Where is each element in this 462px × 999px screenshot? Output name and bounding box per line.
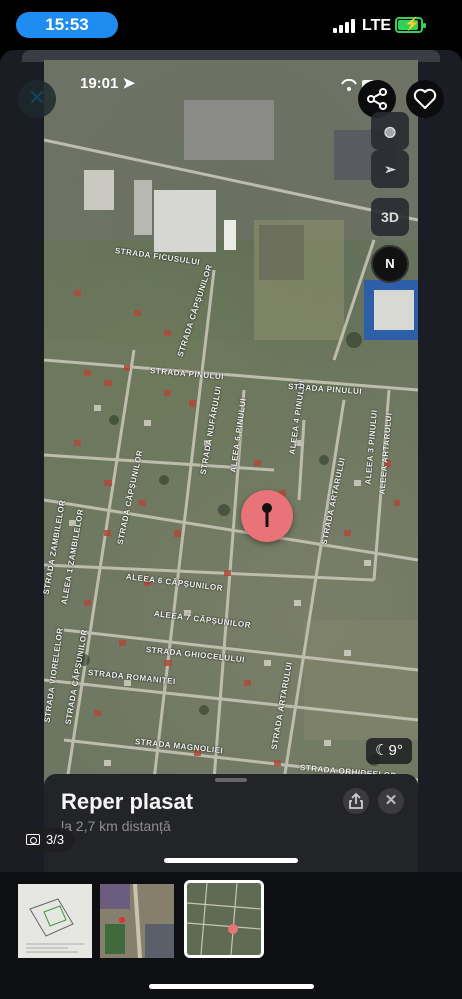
inner-time-text: 19:01 (80, 75, 119, 92)
location-arrow-icon: ➢ (384, 161, 396, 177)
close-button[interactable]: ✕ (18, 80, 56, 118)
thumbnail-3-selected[interactable] (184, 880, 264, 958)
dropped-pin[interactable] (241, 490, 293, 542)
carrier-label: LTE (362, 17, 392, 34)
temperature: 9° (388, 742, 403, 759)
thumbnail-1[interactable] (18, 884, 92, 958)
share-icon (349, 792, 363, 809)
battery-icon: ⚡ (395, 16, 426, 33)
sheet-grabber[interactable] (215, 778, 247, 782)
view-3d-button[interactable]: 3D (371, 198, 409, 236)
moon-icon: ☾ (375, 742, 389, 759)
map-type-button[interactable]: ◍ (371, 112, 409, 150)
status-time[interactable]: 15:53 (16, 12, 118, 38)
sheet-share-button[interactable] (343, 788, 369, 814)
thumbnail-2[interactable] (100, 884, 174, 958)
compass-button[interactable]: N (371, 245, 409, 283)
pin-icon (262, 503, 272, 527)
compass-label: N (385, 256, 395, 271)
photo-counter: 3/3 (18, 828, 74, 852)
favorite-button[interactable] (406, 80, 444, 118)
inner-home-indicator (164, 858, 298, 863)
close-icon: ✕ (27, 85, 47, 110)
heart-icon (413, 88, 437, 109)
inner-time: 19:01 ➤ (80, 74, 135, 92)
sheet-title: Reper plasat (61, 789, 194, 814)
document-thumbnail (18, 884, 92, 958)
globe-icon: ◍ (383, 123, 397, 139)
sheet-close-button[interactable]: ✕ (378, 788, 404, 814)
photo-counter-text: 3/3 (46, 832, 65, 847)
sheet-subtitle: la 2,7 km distanță (61, 818, 171, 834)
weather-badge: ☾9° (366, 738, 412, 764)
location-arrow-icon: ➤ (122, 75, 136, 92)
aerial-thumbnail (100, 884, 174, 958)
signal-icon (333, 19, 355, 33)
locate-button[interactable]: ➢ (371, 150, 409, 188)
close-icon: ✕ (384, 792, 398, 809)
home-indicator (149, 984, 314, 989)
status-bar: 15:53 LTE ⚡ (0, 0, 462, 50)
map-thumbnail (187, 883, 261, 955)
camera-icon (26, 834, 40, 845)
